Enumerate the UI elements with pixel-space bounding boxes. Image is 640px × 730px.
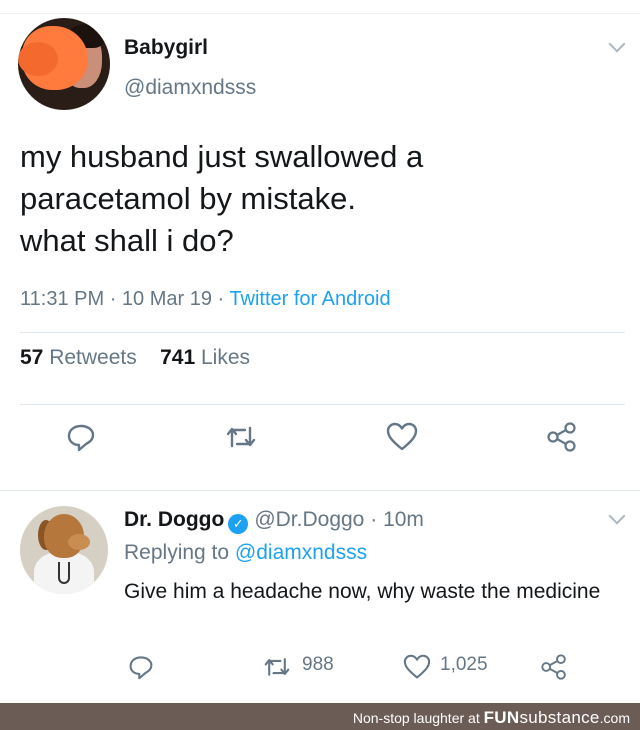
- share-icon[interactable]: [546, 422, 578, 457]
- watermark-brand-bold: FUN: [483, 708, 520, 727]
- watermark-prefix: Non-stop laughter at: [352, 710, 480, 726]
- reply-author-handle[interactable]: @Dr.Doggo: [254, 508, 364, 531]
- replying-prefix: Replying to: [124, 541, 230, 564]
- tweet-text-line: paracetamol by mistake.: [20, 181, 356, 216]
- likes-count: 741: [160, 346, 196, 369]
- tweet-text: my husband just swallowed a paracetamol …: [20, 136, 620, 262]
- watermark-brand-suffix: .com: [599, 710, 630, 726]
- reply-likes-count: 1,025: [440, 654, 488, 675]
- tweet-source[interactable]: Twitter for Android: [229, 288, 390, 310]
- author-handle[interactable]: @diamxndsss: [124, 76, 256, 100]
- reply-time[interactable]: 10m: [383, 508, 424, 531]
- reply-text: Give him a headache now, why waste the m…: [124, 580, 601, 603]
- top-strip: [0, 0, 640, 14]
- watermark-bar: Non-stop laughter at FUNsubstance.com: [0, 703, 640, 730]
- tweet-text-line: my husband just swallowed a: [20, 139, 424, 174]
- reply-author-name[interactable]: Dr. Doggo: [124, 508, 224, 531]
- share-icon[interactable]: [540, 654, 568, 685]
- divider: [20, 404, 625, 405]
- avatar[interactable]: [20, 506, 108, 594]
- reply-retweets-count: 988: [302, 654, 334, 675]
- tweet-time[interactable]: 11:31 PM: [20, 288, 104, 310]
- retweets-label: Retweets: [49, 346, 137, 369]
- heart-icon[interactable]: [386, 422, 418, 457]
- retweets-stat[interactable]: 57 Retweets: [20, 346, 137, 369]
- reply-icon[interactable]: [128, 654, 154, 685]
- divider: [0, 490, 640, 491]
- tweet-text-line: what shall i do?: [20, 223, 234, 258]
- avatar[interactable]: [18, 18, 110, 110]
- watermark-brand-rest: substance: [519, 708, 600, 727]
- watermark-text: Non-stop laughter at FUNsubstance.com: [353, 708, 630, 728]
- retweets-count: 57: [20, 346, 44, 369]
- retweet-icon[interactable]: [262, 654, 292, 685]
- meta-separator: ·: [217, 288, 225, 310]
- chevron-down-icon[interactable]: [608, 35, 626, 53]
- meta-separator: ·: [370, 508, 378, 531]
- retweet-icon[interactable]: [224, 422, 258, 457]
- heart-icon[interactable]: [403, 654, 431, 685]
- reply-header: Dr. Doggo ✓ @Dr.Doggo · 10m: [124, 508, 424, 534]
- tweet-stats: 57 Retweets 741 Likes: [20, 346, 250, 370]
- replying-mention[interactable]: @diamxndsss: [235, 541, 367, 564]
- reply-icon[interactable]: [66, 422, 96, 457]
- tweet-date[interactable]: 10 Mar 19: [122, 288, 212, 310]
- tweet-meta: 11:31 PM · 10 Mar 19 · Twitter for Andro…: [20, 288, 391, 311]
- divider: [20, 332, 625, 333]
- verified-badge-icon: ✓: [228, 514, 249, 534]
- author-display-name[interactable]: Babygirl: [124, 36, 208, 60]
- chevron-down-icon[interactable]: [608, 507, 626, 525]
- likes-label: Likes: [200, 346, 251, 369]
- likes-stat[interactable]: 741 Likes: [160, 346, 250, 369]
- replying-to: Replying to @diamxndsss: [124, 541, 367, 565]
- meta-separator: ·: [109, 288, 117, 310]
